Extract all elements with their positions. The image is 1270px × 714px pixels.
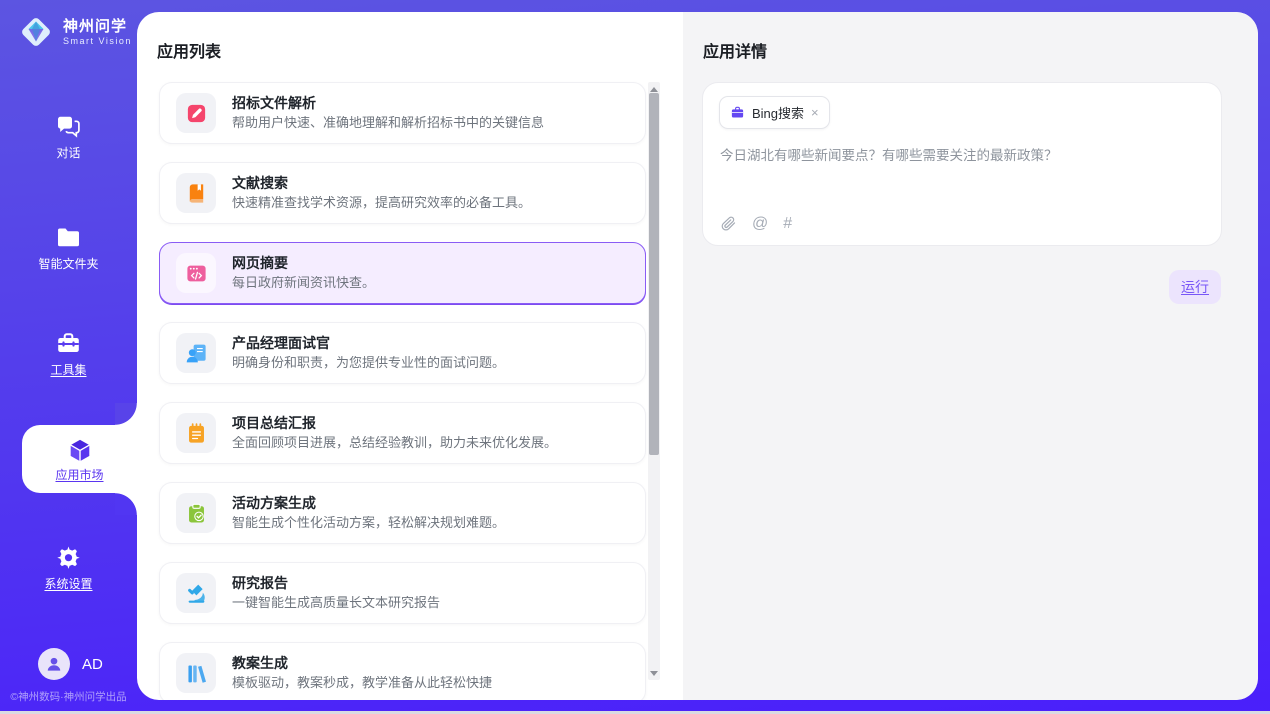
gear-icon [55,544,82,571]
sidebar-item-label: 智能文件夹 [38,258,98,271]
sidebar-item-label: 对话 [56,147,80,160]
briefcase-icon [730,105,745,120]
chip-close-icon[interactable]: × [811,106,819,119]
folder-icon [55,224,82,251]
sidebar-item-gear[interactable]: 系统设置 [0,544,137,591]
app-detail-title: 应用详情 [703,38,767,62]
notepad-icon [176,413,216,453]
sidebar-item-label: 工具集 [50,364,86,377]
app-card[interactable]: 教案生成模板驱动，教案秒成，教学准备从此轻松快捷 [159,642,646,700]
app-card-list: 招标文件解析帮助用户快速、准确地理解和解析招标书中的关键信息文献搜索快速精准查找… [159,82,646,700]
prompt-card: Bing搜索 × 今日湖北有哪些新闻要点？有哪些需要关注的最新政策？ @ # [702,82,1222,246]
app-list-pane: 应用列表 招标文件解析帮助用户快速、准确地理解和解析招标书中的关键信息文献搜索快… [137,12,683,700]
app-list-title: 应用列表 [157,38,221,62]
app-card[interactable]: 招标文件解析帮助用户快速、准确地理解和解析招标书中的关键信息 [159,82,646,144]
scroll-up-icon[interactable] [648,85,660,93]
app-card[interactable]: 产品经理面试官明确身份和职责，为您提供专业性的面试问题。 [159,322,646,384]
brand-logo-icon [16,12,56,52]
scrollbar-thumb[interactable] [649,93,659,455]
app-card-title: 招标文件解析 [232,96,544,111]
sidebar-item-cube[interactable]: 应用市场 [22,425,137,493]
toolbox-icon [55,330,82,357]
app-card-title: 研究报告 [232,576,440,591]
sidebar-item-chat[interactable]: 对话 [0,113,137,160]
copyright-footer: ©神州数码·神州问学出品 [0,689,137,704]
browser-code-icon [176,253,216,293]
person-doc-icon [176,333,216,373]
app-card[interactable]: 文献搜索快速精准查找学术资源，提高研究效率的必备工具。 [159,162,646,224]
clipboard-check-icon [176,493,216,533]
brand-name: 神州问学 [63,18,132,36]
app-card-title: 网页摘要 [232,256,375,271]
hash-icon[interactable]: # [783,215,792,232]
run-button[interactable]: 运行 [1169,270,1221,304]
app-card[interactable]: 项目总结汇报全面回顾项目进展，总结经验教训，助力未来优化发展。 [159,402,646,464]
sidebar: 神州问学 Smart Vision 对话智能文件夹工具集应用市场系统设置 AD … [0,0,137,714]
sidebar-item-folder[interactable]: 智能文件夹 [0,224,137,271]
app-card-desc: 全面回顾项目进展，总结经验教训，助力未来优化发展。 [232,436,557,450]
prompt-toolbar: @ # [720,215,792,232]
user-menu[interactable]: AD [38,648,103,680]
app-card[interactable]: 网页摘要每日政府新闻资讯快查。 [159,242,646,304]
app-card-title: 活动方案生成 [232,496,505,511]
app-card-title: 产品经理面试官 [232,336,505,351]
scroll-down-icon[interactable] [648,669,660,677]
app-card-desc: 明确身份和职责，为您提供专业性的面试问题。 [232,356,505,370]
app-card-title: 文献搜索 [232,176,531,191]
app-card-desc: 帮助用户快速、准确地理解和解析招标书中的关键信息 [232,116,544,130]
app-card[interactable]: 研究报告一键智能生成高质量长文本研究报告 [159,562,646,624]
chat-icon [55,113,82,140]
main-panel: 应用列表 招标文件解析帮助用户快速、准确地理解和解析招标书中的关键信息文献搜索快… [137,12,1258,700]
app-card-desc: 一键智能生成高质量长文本研究报告 [232,596,440,610]
sidebar-item-toolbox[interactable]: 工具集 [0,330,137,377]
app-card-desc: 每日政府新闻资讯快查。 [232,276,375,290]
book-icon [176,173,216,213]
app-card-title: 教案生成 [232,656,492,671]
tool-chip-label: Bing搜索 [752,103,804,122]
sidebar-item-label: 系统设置 [44,578,92,591]
brand-subtitle: Smart Vision [63,36,132,47]
paperclip-icon[interactable] [720,215,737,232]
tool-chip-bing-search[interactable]: Bing搜索 × [719,96,830,129]
at-icon[interactable]: @ [752,215,768,232]
books-icon [176,653,216,693]
query-input[interactable]: 今日湖北有哪些新闻要点？有哪些需要关注的最新政策？ [720,146,1205,165]
scrollbar[interactable] [648,82,660,680]
edit-square-icon [176,93,216,133]
microscope-icon [176,573,216,613]
app-card[interactable]: 活动方案生成智能生成个性化活动方案，轻松解决规划难题。 [159,482,646,544]
user-initials: AD [82,656,103,673]
sidebar-item-label: 应用市场 [55,469,103,482]
app-card-desc: 智能生成个性化活动方案，轻松解决规划难题。 [232,516,505,530]
app-card-title: 项目总结汇报 [232,416,557,431]
brand: 神州问学 Smart Vision [16,12,132,52]
cube-icon [65,436,95,466]
app-card-desc: 快速精准查找学术资源，提高研究效率的必备工具。 [232,196,531,210]
app-detail-pane: 应用详情 Bing搜索 × 今日湖北有哪些新闻要点？有哪些需要关注的最新政策？ [683,12,1258,700]
app-card-desc: 模板驱动，教案秒成，教学准备从此轻松快捷 [232,676,492,690]
avatar[interactable] [38,648,70,680]
